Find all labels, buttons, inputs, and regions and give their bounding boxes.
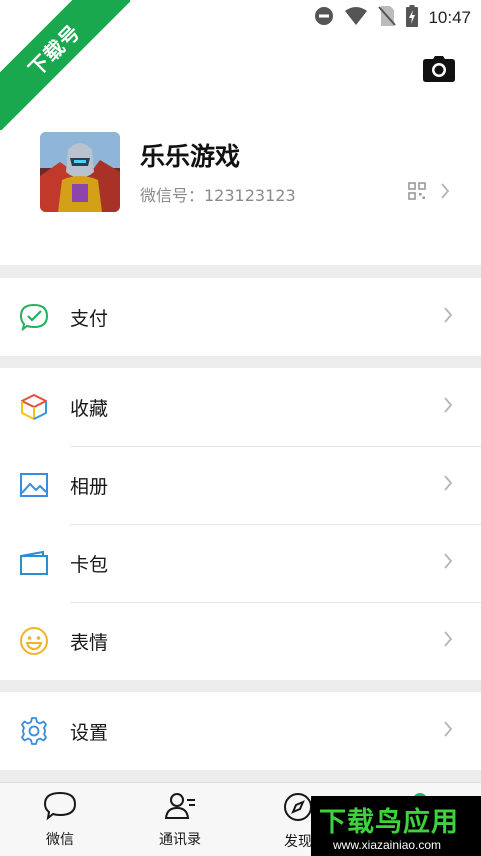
menu-item-favorites[interactable]: 收藏 (0, 368, 481, 446)
picture-icon (19, 470, 49, 500)
section-settings: 设置 (0, 692, 481, 770)
pay-check-icon (19, 302, 49, 332)
section-pay: 支付 (0, 278, 481, 356)
profile-wechat-id: 微信号：123123123 (140, 186, 296, 205)
status-time: 10:47 (428, 8, 471, 27)
chevron-right-icon (443, 396, 453, 418)
gear-icon (19, 716, 49, 746)
menu-label-favorites: 收藏 (70, 397, 109, 420)
chevron-right-icon (443, 720, 453, 742)
battery-charging-icon (406, 5, 419, 31)
corner-watermark-text: 下载号 (0, 0, 130, 130)
menu-item-album[interactable]: 相册 (0, 446, 481, 524)
camera-icon[interactable] (423, 56, 455, 82)
corner-watermark: 下载号 (0, 0, 130, 130)
menu-label-cards: 卡包 (70, 553, 109, 576)
qr-code-icon[interactable] (408, 182, 426, 200)
wallet-icon (19, 548, 49, 578)
menu-label-album: 相册 (70, 475, 109, 498)
tab-label-contacts: 通讯录 (159, 832, 201, 848)
tab-label-chats: 微信 (46, 832, 74, 848)
compass-icon (282, 791, 314, 827)
profile-nickname: 乐乐游戏 (140, 142, 241, 171)
menu-label-pay: 支付 (70, 307, 109, 330)
menu-item-cards[interactable]: 卡包 (0, 524, 481, 602)
smile-icon (19, 626, 49, 656)
menu-item-pay[interactable]: 支付 (0, 278, 481, 356)
do-not-disturb-icon (314, 6, 334, 30)
menu-label-stickers: 表情 (70, 631, 109, 654)
menu-label-settings: 设置 (70, 721, 109, 744)
menu-item-settings[interactable]: 设置 (0, 692, 481, 770)
watermark-title: 下载鸟应用 (319, 807, 459, 838)
avatar[interactable] (40, 132, 120, 212)
watermark-url: www.xiazainiao.com (333, 838, 442, 852)
tab-label-discover: 发现 (284, 834, 312, 850)
contacts-icon (163, 791, 197, 825)
wifi-icon (344, 6, 368, 30)
chevron-right-icon (440, 182, 450, 204)
chevron-right-icon (443, 306, 453, 328)
menu-item-stickers[interactable]: 表情 (0, 602, 481, 680)
chevron-right-icon (443, 474, 453, 496)
chat-bubble-icon (43, 791, 77, 825)
tab-contacts[interactable]: 通讯录 (140, 791, 220, 849)
status-icons: 10:47 (314, 5, 471, 31)
watermark-banner: 下载鸟应用 www.xiazainiao.com (311, 796, 481, 856)
no-sim-icon (378, 5, 397, 31)
chevron-right-icon (443, 552, 453, 574)
cube-icon (19, 392, 49, 422)
section-collections: 收藏 相册 卡包 表情 (0, 368, 481, 680)
tab-chats[interactable]: 微信 (20, 791, 100, 849)
chevron-right-icon (443, 630, 453, 652)
